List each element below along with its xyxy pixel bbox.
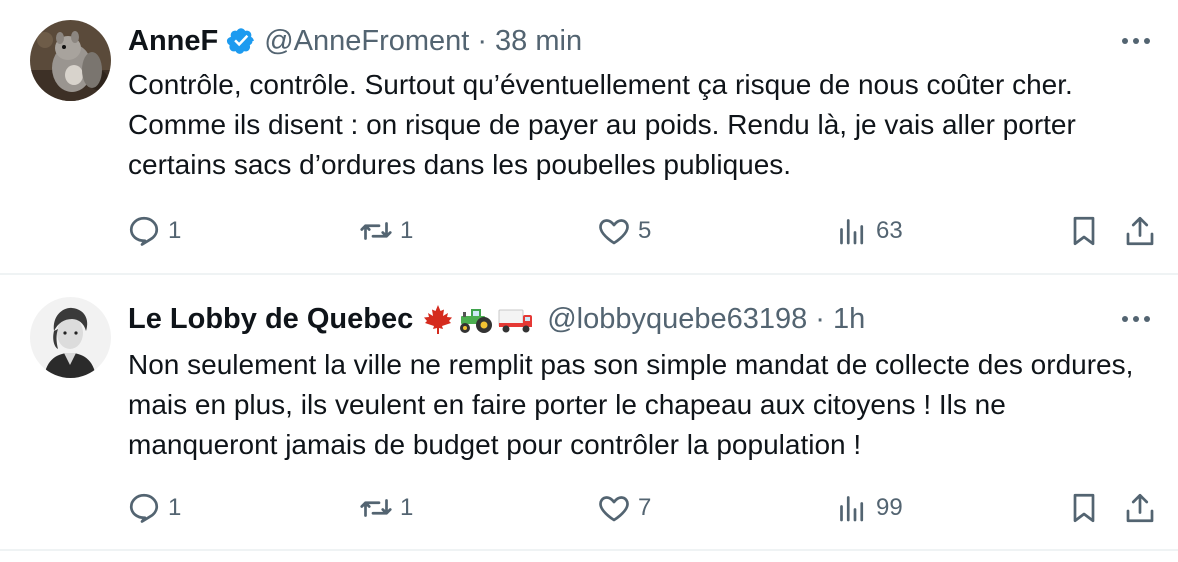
- views-button[interactable]: 63: [834, 211, 903, 251]
- views-count: 63: [876, 217, 903, 244]
- bookmark-icon: [1073, 216, 1095, 246]
- share-button[interactable]: [1122, 211, 1158, 251]
- like-count: 7: [638, 494, 652, 521]
- bookmark-button[interactable]: [1066, 211, 1102, 251]
- more-dots-icon: [1122, 316, 1150, 322]
- heart-icon: [599, 219, 629, 245]
- display-name[interactable]: AnneF: [128, 25, 218, 58]
- avatar[interactable]: [30, 297, 111, 378]
- share-icon: [1126, 216, 1154, 246]
- tweet[interactable]: Le Lobby de Quebec @lobbyquebe63198 · 1h…: [0, 275, 1178, 551]
- more-dots-icon: [1122, 38, 1150, 44]
- bookmark-button[interactable]: [1066, 488, 1102, 528]
- tractor-emoji: [460, 309, 493, 333]
- separator-dot: ·: [815, 302, 825, 335]
- tweet-actions: 1 1 7 99: [126, 488, 1166, 528]
- tweet-header: AnneF @AnneFroment · 38 min: [128, 21, 582, 61]
- user-handle[interactable]: @lobbyquebe63198: [547, 303, 807, 336]
- tweet-text: Contrôle, contrôle. Surtout qu’éventuell…: [128, 69, 1076, 180]
- tweet-text: Non seulement la ville ne remplit pas so…: [128, 349, 1134, 460]
- tweet[interactable]: AnneF @AnneFroment · 38 min Contrôle, co…: [0, 0, 1178, 275]
- views-count: 99: [876, 494, 903, 521]
- tweet-feed: AnneF @AnneFroment · 38 min Contrôle, co…: [0, 0, 1178, 562]
- squirrel-avatar-image: [30, 20, 111, 101]
- analytics-bars-icon: [840, 219, 864, 245]
- bookmark-icon: [1073, 493, 1095, 523]
- views-button[interactable]: 99: [834, 488, 903, 528]
- avatar[interactable]: [30, 20, 111, 101]
- retweet-count: 1: [400, 494, 414, 521]
- timestamp[interactable]: 1h: [833, 303, 865, 336]
- tweet-actions: 1 1 5 63: [126, 211, 1166, 251]
- reply-icon: [129, 493, 159, 523]
- more-options-button[interactable]: [1116, 299, 1156, 339]
- display-name[interactable]: Le Lobby de Quebec: [128, 303, 413, 336]
- analytics-bars-icon: [840, 496, 864, 522]
- reply-icon: [129, 216, 159, 246]
- retweet-icon: [360, 222, 392, 240]
- tweet-header: Le Lobby de Quebec @lobbyquebe63198 · 1h: [128, 299, 865, 339]
- truck-emoji: [498, 309, 533, 333]
- separator-dot: ·: [477, 24, 488, 57]
- retweet-count: 1: [400, 217, 414, 244]
- retweet-button[interactable]: 1: [358, 211, 413, 251]
- like-count: 5: [638, 217, 652, 244]
- like-button[interactable]: 7: [596, 488, 651, 528]
- heart-icon: [599, 496, 629, 522]
- like-button[interactable]: 5: [596, 211, 651, 251]
- verified-badge-icon[interactable]: [226, 26, 256, 56]
- retweet-button[interactable]: 1: [358, 488, 413, 528]
- reply-button[interactable]: 1: [126, 211, 181, 251]
- retweet-icon: [360, 499, 392, 517]
- portrait-avatar-image: [30, 297, 111, 378]
- name-emojis: [421, 303, 535, 335]
- maple-leaf-emoji: [424, 305, 453, 334]
- reply-count: 1: [168, 217, 182, 244]
- share-button[interactable]: [1122, 488, 1158, 528]
- reply-button[interactable]: 1: [126, 488, 181, 528]
- more-options-button[interactable]: [1116, 21, 1156, 61]
- share-icon: [1126, 493, 1154, 523]
- user-handle[interactable]: @AnneFroment: [264, 25, 469, 58]
- reply-count: 1: [168, 494, 182, 521]
- timestamp[interactable]: 38 min: [495, 25, 582, 58]
